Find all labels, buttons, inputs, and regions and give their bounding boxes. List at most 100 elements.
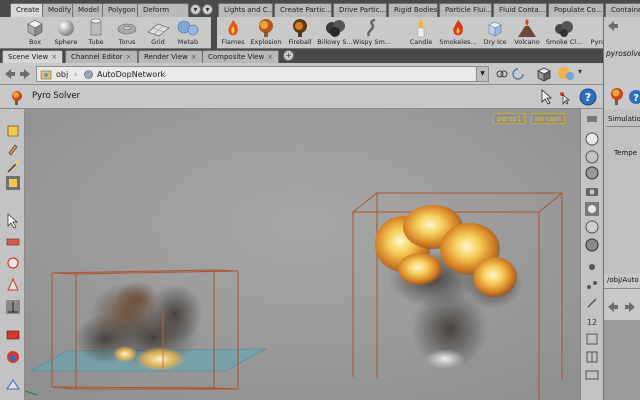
shelf-tab-containers[interactable]: Containe [605,3,640,17]
shelf-tab-populate-containers[interactable]: Populate Co... [548,3,604,17]
camera-menu[interactable]: persp1 [493,113,526,124]
move-icon[interactable] [5,255,21,271]
wand-icon[interactable] [5,159,21,175]
close-icon[interactable]: × [126,53,132,61]
pose-icon[interactable] [5,233,21,249]
viewer-title: Pyro Solver [32,91,81,101]
wispy-smoke-tool[interactable]: Wispy Sm... [349,18,395,46]
path-bar: obj › AutoDopNetwork ▼ ▾ [0,63,603,85]
parameter-temperature-label: Tempe [614,149,637,157]
network-back-icon[interactable] [607,301,619,313]
shelf-tab-create-particles[interactable]: Create Partic... [274,3,332,17]
view-cube-icon[interactable] [535,65,553,83]
shelf-tab-fluid-containers[interactable]: Fluid Conta... [493,3,547,17]
shaded-icon[interactable] [584,165,600,181]
toolbar-menu-icon[interactable] [584,113,600,129]
network-path[interactable]: /obj/Auto [607,276,639,284]
tab-composite-view[interactable]: Composite View × [202,50,280,63]
shelf-menu-icon-2[interactable]: ▾ [202,4,213,15]
network-panel: /obj/Auto [603,274,640,400]
numbers-icon[interactable]: 12 [584,313,600,329]
camera-icon[interactable] [584,183,600,199]
select-mode-icon[interactable] [540,89,554,105]
grid-toggle-icon[interactable] [584,349,600,365]
shelf-tab-polygon[interactable]: Polygon [102,3,142,17]
wispy-smoke-tool-label: Wispy Sm... [352,38,392,46]
breadcrumb-obj[interactable]: obj [56,69,68,80]
lighting-icon[interactable] [584,219,600,235]
tab-channel-editor-label: Channel Editor [71,53,123,61]
tab-render-view-label: Render View [144,53,188,61]
no-cam-menu[interactable]: no cam [531,113,565,124]
shelf-tab-particle-fluids[interactable]: Particle Flui... [439,3,492,17]
svg-text:?: ? [585,91,591,104]
metaball-icon [177,20,199,36]
network-forward-icon[interactable] [624,301,636,313]
ghost-icon[interactable] [584,237,600,253]
obj-context-icon [40,70,52,80]
shelf-tab-lights[interactable]: Lights and C... [218,3,273,17]
shelf-tab-create[interactable]: Create [10,3,46,17]
parameter-divider [606,126,640,127]
params-help-icon[interactable]: ? [628,89,640,105]
brush-icon[interactable] [5,141,21,157]
tab-scene-view-label: Scene View [8,53,49,61]
render-flipbook-icon[interactable] [556,65,576,83]
close-icon[interactable]: × [51,53,57,61]
handle-icon[interactable] [557,89,571,105]
shelf-tab-bar: Create Modify Model Polygon Deform ▾ ▾ L… [0,0,640,17]
view-icon[interactable] [5,327,21,343]
metaball-tool[interactable]: Metab [165,18,211,46]
display-icon[interactable] [584,131,600,147]
template-icon[interactable] [584,259,600,275]
close-icon[interactable]: × [267,53,273,61]
highlight-icon[interactable] [5,175,21,191]
add-tab-icon[interactable]: + [283,50,294,61]
pane-tab-bar: Scene View × Channel Editor × Render View ×… [0,49,603,63]
shelf-menu-icon[interactable]: ▾ [190,4,201,15]
wireframe-icon[interactable] [584,149,600,165]
wispy-smoke-icon [367,18,376,37]
svg-text:?: ? [633,93,639,104]
normals-icon[interactable] [584,295,600,311]
smoke-cluster-tool[interactable]: Smoke Cl... [541,18,587,46]
back-arrow-icon[interactable] [4,68,16,80]
pane-menu-icon[interactable]: ▾ [578,67,582,76]
network-divider [604,288,640,289]
shelf-tab-drive-particles[interactable]: Drive Partic... [333,3,387,17]
help-icon[interactable]: ? [579,88,597,106]
right-toolbar: 12 [580,109,603,400]
network-canvas[interactable] [604,320,640,400]
params-back-icon[interactable] [607,20,619,32]
uv-icon[interactable] [584,331,600,347]
smoke-cluster-icon [555,21,573,37]
vis-icon[interactable] [584,201,600,217]
tab-channel-editor[interactable]: Channel Editor × [65,50,138,63]
scale-icon[interactable] [5,299,21,315]
link-icon[interactable] [496,68,508,80]
dop-network-icon [84,70,93,79]
pin-icon[interactable] [512,68,524,80]
safe-area-icon[interactable] [584,367,600,383]
magnet-icon[interactable] [5,349,21,365]
path-field[interactable]: obj › AutoDopNetwork ▼ [36,66,489,82]
viewer-header: Pyro Solver ? [0,85,603,109]
forward-arrow-icon[interactable] [19,68,31,80]
tab-render-view[interactable]: Render View × [138,50,203,63]
rotate-icon[interactable] [5,277,21,293]
path-dropdown-icon[interactable]: ▼ [476,67,488,81]
points-icon[interactable] [584,277,600,293]
breadcrumb-autodopnetwork[interactable]: AutoDopNetwork [97,69,165,80]
parameter-section-tab[interactable]: Simulatio [608,115,640,123]
snap-icon[interactable] [5,377,21,393]
tab-scene-view[interactable]: Scene View × [2,50,64,63]
scene-viewport[interactable]: persp1 no cam [25,109,580,400]
shelf-tab-rigid-bodies[interactable]: Rigid Bodies [388,3,438,17]
left-toolbar [0,109,25,400]
light-icon[interactable] [5,123,21,139]
close-icon[interactable]: × [191,53,197,61]
shelf-tab-model[interactable]: Model [72,3,106,17]
parameter-header: ? [603,17,640,109]
select-arrow-icon[interactable] [5,213,21,229]
shelf-tab-deform[interactable]: Deform [137,3,189,17]
